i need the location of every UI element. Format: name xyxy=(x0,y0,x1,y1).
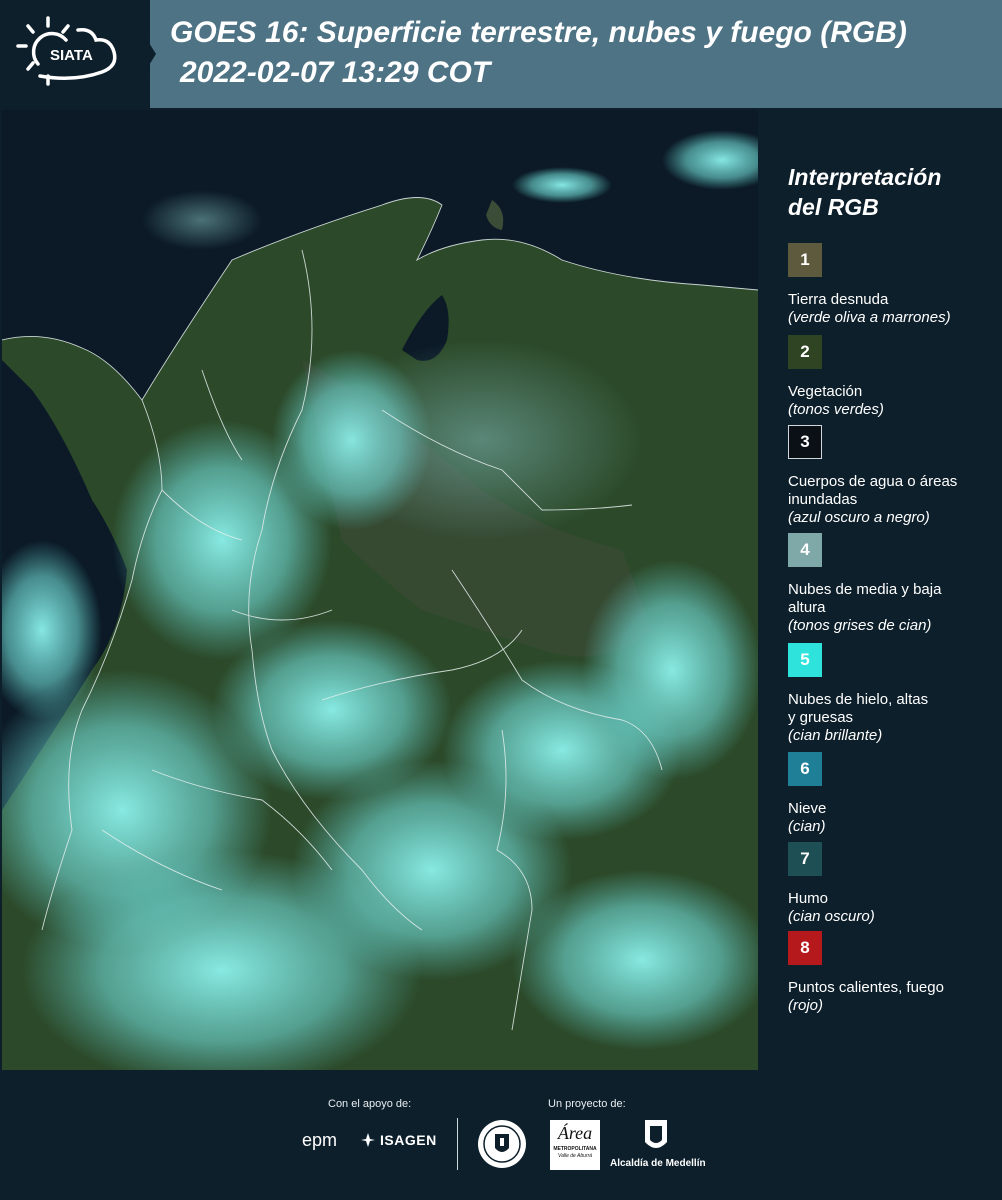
footer-divider xyxy=(457,1118,458,1170)
legend-swatch-4: 4 xyxy=(788,533,822,567)
metro-logo-sub: METROPOLITANA xyxy=(553,1146,597,1152)
legend-item-name: Nubes de hielo, altas y gruesas xyxy=(788,691,929,726)
legend-item-desc: (verde oliva a marrones) xyxy=(788,309,951,326)
legend-item-desc: (tonos grises de cian) xyxy=(788,617,932,634)
legend-item-2: 2 Vegetación (tonos verdes) xyxy=(788,335,998,419)
legend-swatch-1: 1 xyxy=(788,243,822,277)
metro-logo-sub2: Valle de Aburrá xyxy=(557,1153,593,1159)
legend-panel: Interpretación del RGB 1 Tierra desnuda … xyxy=(770,110,1002,1070)
project-label: Un proyecto de: xyxy=(548,1098,626,1110)
legend-swatch-2: 2 xyxy=(788,335,822,369)
epm-logo: epm xyxy=(302,1130,337,1151)
legend-item-desc: (cian brillante) xyxy=(788,727,883,744)
support-label: Con el apoyo de: xyxy=(328,1098,412,1110)
alcaldia-label: Alcaldía de Medellín xyxy=(610,1158,706,1169)
legend-title-line2: del RGB xyxy=(788,194,879,220)
university-seal-icon xyxy=(478,1120,526,1168)
legend-title: Interpretación del RGB xyxy=(788,162,988,222)
logo-text: SIATA xyxy=(50,47,93,64)
header-bar: SIATA GOES 16: Superficie terrestre, nub… xyxy=(0,0,1002,108)
metropolitana-logo: Área METROPOLITANA Valle de Aburrá xyxy=(550,1120,600,1170)
legend-item-desc: (rojo) xyxy=(788,997,824,1014)
legend-swatch-6: 6 xyxy=(788,752,822,786)
legend-swatch-5: 5 xyxy=(788,643,822,677)
legend-item-5: 5 Nubes de hielo, altas y gruesas (cian … xyxy=(788,643,998,745)
legend-item-name: Humo xyxy=(788,890,829,907)
siata-logo: SIATA xyxy=(16,16,117,86)
legend-item-desc: (cian oscuro) xyxy=(788,908,875,925)
footer: Con el apoyo de: Un proyecto de: epm ISA… xyxy=(0,1070,1002,1200)
legend-item-name: Tierra desnuda xyxy=(788,291,889,308)
legend-item-7: 7 Humo (cian oscuro) xyxy=(788,842,998,926)
legend-item-desc: (cian) xyxy=(788,818,826,835)
metro-logo-word: Área xyxy=(557,1123,593,1143)
legend-item-desc: (azul oscuro a negro) xyxy=(788,509,930,526)
legend-item-name: Nieve xyxy=(788,800,827,817)
isagen-mark-icon xyxy=(361,1133,375,1147)
legend-item-name: Nubes de media y baja altura xyxy=(788,581,942,616)
isagen-logo: ISAGEN xyxy=(360,1132,437,1148)
legend-item-desc: (tonos verdes) xyxy=(788,401,884,418)
isagen-logo-text: ISAGEN xyxy=(380,1132,437,1148)
alcaldia-shield-icon xyxy=(645,1120,667,1148)
legend-item-name: Vegetación xyxy=(788,383,863,400)
legend-swatch-3: 3 xyxy=(788,425,822,459)
legend-item-4: 4 Nubes de media y baja altura (tonos gr… xyxy=(788,533,998,635)
satellite-map xyxy=(2,110,758,1070)
page-subtitle: 2022-02-07 13:29 COT xyxy=(180,56,491,89)
legend-title-line1: Interpretación xyxy=(788,164,942,190)
legend-item-1: 1 Tierra desnuda (verde oliva a marrones… xyxy=(788,243,998,327)
legend-item-8: 8 Puntos calientes, fuego (rojo) xyxy=(788,931,998,1015)
page-title: GOES 16: Superficie terrestre, nubes y f… xyxy=(170,16,907,49)
legend-item-name: Puntos calientes, fuego xyxy=(788,979,944,996)
legend-item-6: 6 Nieve (cian) xyxy=(788,752,998,836)
legend-item-3: 3 Cuerpos de agua o áreas inundadas (azu… xyxy=(788,425,998,527)
legend-item-name: Cuerpos de agua o áreas inundadas xyxy=(788,473,958,508)
legend-swatch-7: 7 xyxy=(788,842,822,876)
logo-panel: SIATA xyxy=(0,0,156,108)
epm-logo-text: epm xyxy=(302,1130,338,1150)
legend-swatch-8: 8 xyxy=(788,931,822,965)
